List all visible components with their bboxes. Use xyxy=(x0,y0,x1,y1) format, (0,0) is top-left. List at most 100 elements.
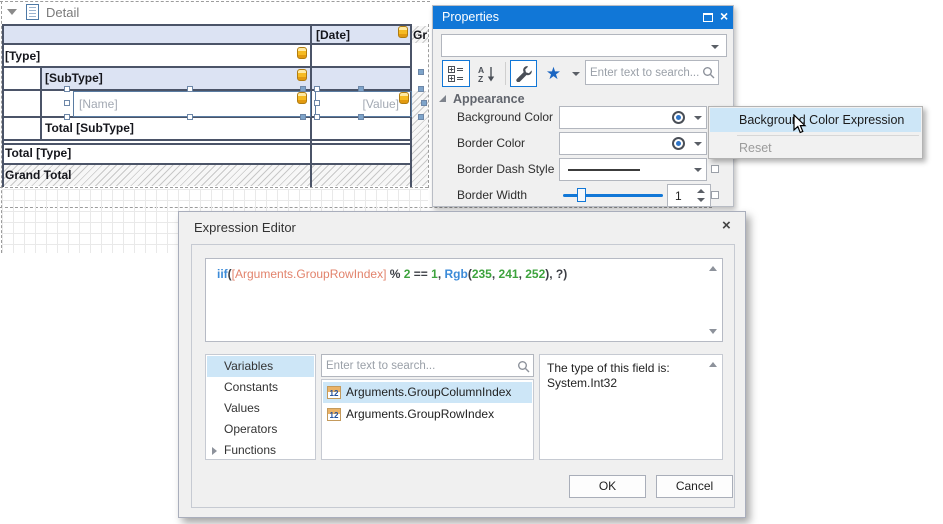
resize-handle[interactable] xyxy=(314,100,320,106)
resize-handle[interactable] xyxy=(64,114,70,120)
favorites-button[interactable]: ★ xyxy=(541,60,566,87)
field-marker-icon[interactable] xyxy=(297,69,307,81)
grand-total-cell[interactable]: Grand Total xyxy=(5,168,71,182)
wrench-icon xyxy=(515,65,532,82)
field-search[interactable] xyxy=(321,354,534,377)
field-marker-icon[interactable] xyxy=(399,92,409,104)
menu-item-background-color-expression[interactable]: Background Color Expression xyxy=(710,108,921,132)
resize-handle[interactable] xyxy=(187,86,193,92)
expression-textbox[interactable]: iif([Arguments.GroupRowIndex] % 2 == 1, … xyxy=(205,258,723,342)
resize-handle[interactable] xyxy=(314,86,320,92)
chevron-down-icon[interactable] xyxy=(694,116,702,120)
toolbar-dropdown-icon[interactable] xyxy=(572,72,580,76)
resize-handle[interactable] xyxy=(64,86,70,92)
border-width-slider-handle[interactable] xyxy=(577,188,586,202)
sort-az-icon: A Z xyxy=(477,65,497,83)
background-color-editor[interactable] xyxy=(559,106,707,129)
menu-separator xyxy=(737,135,919,136)
table-border xyxy=(2,43,412,45)
field-marker-icon[interactable] xyxy=(297,92,307,104)
maximize-icon[interactable] xyxy=(703,13,713,22)
wrench-properties-button[interactable] xyxy=(510,60,537,87)
detail-band-icon xyxy=(26,4,39,20)
date-header-cell[interactable]: [Date] xyxy=(316,28,350,42)
resize-handle[interactable] xyxy=(300,114,306,120)
band-label[interactable]: Detail xyxy=(46,5,79,20)
property-options-button[interactable] xyxy=(711,165,719,173)
properties-title: Properties xyxy=(442,10,499,24)
properties-search[interactable] xyxy=(585,60,719,85)
categorized-view-button[interactable] xyxy=(442,60,470,87)
component-selector[interactable] xyxy=(441,34,727,57)
background-color-label: Background Color xyxy=(457,110,553,124)
color-picker-icon[interactable] xyxy=(672,137,685,150)
color-picker-icon[interactable] xyxy=(672,111,685,124)
field-search-input[interactable] xyxy=(326,356,515,375)
resize-handle[interactable] xyxy=(358,86,364,92)
value-cell[interactable]: [Value] xyxy=(363,97,399,111)
category-item-variables[interactable]: Variables xyxy=(207,356,314,377)
chevron-down-icon[interactable] xyxy=(694,168,702,172)
table-border xyxy=(2,24,4,187)
close-icon[interactable]: × xyxy=(720,8,728,24)
chevron-down-icon[interactable] xyxy=(694,142,702,146)
category-item-operators[interactable]: Operators xyxy=(207,419,314,440)
cancel-button[interactable]: Cancel xyxy=(656,475,733,498)
field-list: 12 Arguments.GroupColumnIndex 12 Argumen… xyxy=(321,379,534,460)
field-marker-icon[interactable] xyxy=(398,26,408,38)
sort-az-button[interactable]: A Z xyxy=(475,60,499,87)
resize-handle[interactable] xyxy=(314,114,320,120)
expression-text: iif([Arguments.GroupRowIndex] % 2 == 1, … xyxy=(217,267,567,281)
table-border xyxy=(2,24,412,26)
properties-title-bar[interactable]: Properties × xyxy=(433,6,733,29)
border-color-label: Border Color xyxy=(457,136,525,150)
name-cell[interactable]: [Name] xyxy=(79,97,118,111)
band-collapse-icon[interactable] xyxy=(7,9,17,15)
resize-handle[interactable] xyxy=(358,114,364,120)
category-item-constants[interactable]: Constants xyxy=(207,377,314,398)
dialog-title: Expression Editor xyxy=(194,220,296,235)
border-color-editor[interactable] xyxy=(559,132,707,155)
report-designer-window: Detail [Date] Gr [Type] [SubType] Total … xyxy=(0,0,943,524)
subtype-cell[interactable]: [SubType] xyxy=(45,71,103,85)
category-item-values[interactable]: Values xyxy=(207,398,314,419)
table-bottom-dashed-line xyxy=(0,187,428,188)
scroll-down-icon[interactable] xyxy=(709,329,717,334)
solid-line-sample xyxy=(568,169,640,171)
resize-handle[interactable] xyxy=(300,86,306,92)
expression-editor-dialog: Expression Editor × iif([Arguments.Group… xyxy=(178,211,746,518)
close-icon[interactable]: × xyxy=(722,217,731,234)
toolbar-separator xyxy=(505,62,506,85)
property-options-button[interactable] xyxy=(711,191,719,199)
field-item-groupcolumnindex[interactable]: 12 Arguments.GroupColumnIndex xyxy=(323,382,532,403)
search-icon xyxy=(702,66,715,79)
border-dash-style-editor[interactable] xyxy=(559,158,707,181)
ok-button[interactable]: OK xyxy=(569,475,646,498)
scroll-up-icon[interactable] xyxy=(709,362,717,367)
field-description-box: The type of this field is: System.Int32 xyxy=(539,354,723,460)
expand-arrow-icon[interactable] xyxy=(212,447,217,455)
resize-handle[interactable] xyxy=(418,114,424,120)
type-cell[interactable]: [Type] xyxy=(5,49,40,63)
field-marker-icon[interactable] xyxy=(297,47,307,59)
border-width-spinner[interactable]: 1 xyxy=(667,184,711,207)
appearance-section-header[interactable]: Appearance xyxy=(453,92,525,106)
resize-handle[interactable] xyxy=(187,114,193,120)
category-item-functions[interactable]: Functions xyxy=(207,440,314,461)
resize-handle[interactable] xyxy=(64,100,70,106)
total-type-cell[interactable]: Total [Type] xyxy=(5,146,71,160)
table-border xyxy=(2,163,412,165)
section-collapse-icon[interactable] xyxy=(439,95,446,102)
table-border xyxy=(2,143,412,145)
properties-search-input[interactable] xyxy=(590,62,700,83)
spin-up-icon[interactable] xyxy=(697,189,705,193)
resize-handle[interactable] xyxy=(418,86,424,92)
menu-item-reset: Reset xyxy=(710,138,921,158)
mouse-cursor-icon xyxy=(793,114,807,135)
resize-handle[interactable] xyxy=(421,100,427,106)
field-item-grouprowindex[interactable]: 12 Arguments.GroupRowIndex xyxy=(323,404,532,425)
spin-down-icon[interactable] xyxy=(697,198,705,202)
total-subtype-cell[interactable]: Total [SubType] xyxy=(45,121,134,135)
resize-handle[interactable] xyxy=(418,69,424,75)
scroll-up-icon[interactable] xyxy=(709,266,717,271)
